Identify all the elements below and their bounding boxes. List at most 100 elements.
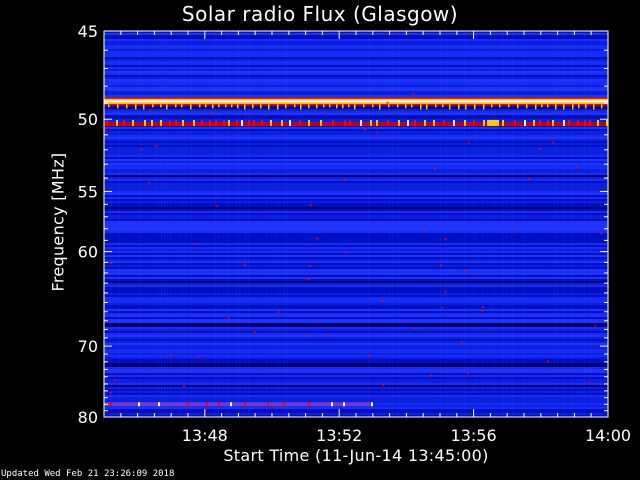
y-tick-label: 55 [78,182,98,201]
band-spike [526,104,528,109]
band-spike [300,104,302,110]
band-spike [342,104,344,109]
time-streak [494,31,495,417]
time-streak [368,31,369,417]
band-spike [126,104,128,109]
noise-pixel [110,262,113,265]
band-spike [160,104,162,108]
band-spike [225,104,227,108]
band-burst [160,119,162,126]
band-burst [563,119,565,126]
band-burst [248,119,250,126]
band-burst [289,119,291,126]
band-spike [379,104,381,110]
noise-pixel [414,327,417,330]
band-burst [376,119,378,126]
noise-pixel [466,372,469,375]
band-spike [442,104,444,108]
band-max-core [104,100,608,103]
noise-pixel [316,237,319,240]
noise-pixel [309,265,312,268]
noise-pixel [594,324,597,327]
noise-pixel [273,405,276,408]
time-streak [590,31,591,417]
time-streak [239,31,240,417]
noise-pixel [114,379,117,382]
band-spike [244,104,246,110]
time-streak [392,31,393,417]
band-burst [332,119,334,126]
band-spike [231,104,233,108]
noise-pixel [440,264,443,267]
band-burst [193,119,195,126]
noise-pixel [307,278,310,281]
time-streak [278,31,279,417]
noise-pixel [148,109,151,112]
noise-pixel [482,306,485,309]
time-streak [155,31,156,417]
band-burst [539,119,541,126]
noise-pixel [227,317,230,320]
band-spike [308,104,310,109]
band-spike [152,104,154,108]
band-burst [241,119,243,126]
noise-pixel [433,168,436,171]
noise-pixel [104,129,107,132]
time-streak [398,31,399,417]
time-streak [440,31,441,417]
noise-pixel [547,360,550,363]
noise-pixel [277,311,280,314]
band-spike [212,104,214,109]
band-spike [578,104,580,109]
band-spike [555,104,557,110]
time-streak [119,31,120,417]
band-burst [299,119,301,126]
band-high [104,121,608,126]
y-tick-label: 70 [78,337,98,356]
time-streak [284,31,285,417]
band-burst [123,119,125,126]
time-streak [170,31,171,417]
noise-pixel [210,112,213,115]
band-burst [144,119,146,126]
band-burst [398,119,400,126]
band-spike [593,104,595,110]
band-spike [449,104,451,110]
band-burst [597,119,599,126]
time-streak [482,31,483,417]
noise-pixel [196,355,199,358]
band-spike [143,104,145,110]
band-spike [491,104,493,108]
band-burst [577,119,579,126]
noise-pixel [444,290,447,293]
band-spike [563,104,565,110]
band-burst [201,119,203,126]
band-spike [108,104,110,108]
y-axis-label: Frequency [MHz] [48,152,68,292]
band-spike [237,104,239,109]
band-spike [601,104,603,109]
noise-pixel [481,309,484,312]
band-burst [584,119,586,126]
spectrogram-plot-area [104,31,610,417]
band-spike [329,104,331,108]
time-streak [557,31,558,417]
x-tick-label: 13:52 [316,426,362,445]
x-tick-label: 13:48 [182,426,228,445]
time-streak [167,31,168,417]
band-burst [110,402,112,407]
noise-pixel [412,92,415,95]
band-spike [426,104,428,110]
noise-pixel [444,238,447,241]
noise-pixel [140,148,143,151]
band-burst [514,119,516,126]
band-spike [474,104,476,110]
band-spike [411,104,413,108]
band-burst [308,402,310,407]
noise-pixel [344,178,347,181]
band-burst [223,119,225,126]
noise-pixel [460,340,463,343]
band-spike [294,104,296,108]
band-burst [218,402,220,407]
band-burst [244,402,246,407]
